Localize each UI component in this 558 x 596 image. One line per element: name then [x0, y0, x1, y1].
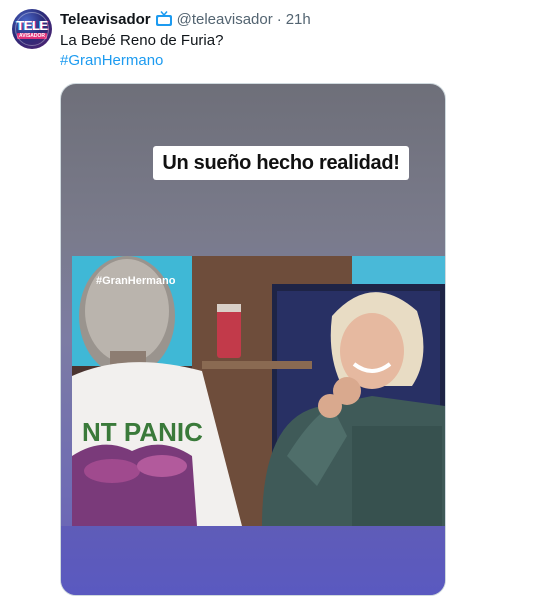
tv-icon — [155, 11, 172, 26]
tweet[interactable]: TELE AVISADOR Teleavisador @teleavisador… — [0, 0, 558, 596]
separator-dot: · — [276, 10, 282, 28]
tweet-header: Teleavisador @teleavisador · 21h — [60, 9, 311, 29]
hashtag-link[interactable]: #GranHermano — [60, 51, 540, 71]
video-bottom-band — [61, 526, 445, 595]
tweet-media[interactable]: Un sueño hecho realidad! NT PANIC #GranH… — [60, 83, 446, 596]
tweet-text: La Bebé Reno de Furia? #GranHermano — [60, 31, 540, 71]
video-caption: Un sueño hecho realidad! — [153, 146, 409, 180]
shirt-text: NT PANIC — [82, 417, 203, 447]
timestamp[interactable]: 21h — [286, 11, 311, 28]
tweet-body: La Bebé Reno de Furia? — [60, 32, 224, 49]
video-watermark: #GranHermano — [96, 275, 176, 287]
avatar-ring — [15, 12, 49, 46]
video-frame: NT PANIC #GranHermano — [72, 256, 445, 526]
handle[interactable]: @teleavisador — [177, 11, 273, 28]
video-frame-image: NT PANIC #GranHermano — [72, 256, 445, 526]
display-name[interactable]: Teleavisador — [60, 11, 151, 28]
avatar[interactable]: TELE AVISADOR — [12, 9, 52, 49]
